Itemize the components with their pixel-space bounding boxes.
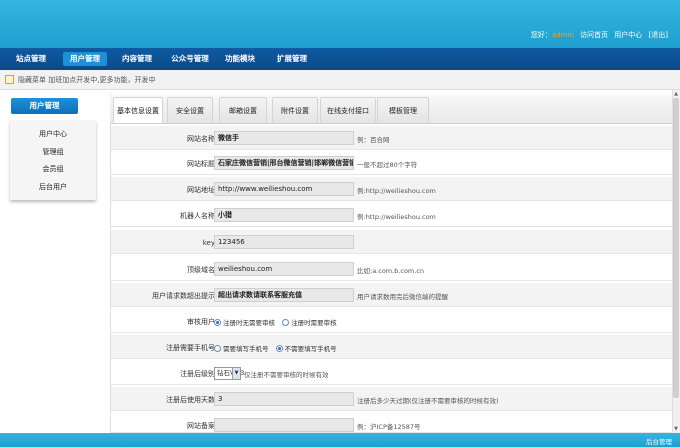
sidebar-menu: 用户中心 管理组 会员组 后台用户 xyxy=(10,120,96,200)
nav-site-management[interactable]: 站点管理 xyxy=(14,52,48,66)
row-key: key： 123456 xyxy=(111,230,672,254)
nav-content-management[interactable]: 内容管理 xyxy=(118,52,156,66)
sidebar-item-admin-groups[interactable]: 管理组 xyxy=(10,147,96,157)
nav-official-account-management[interactable]: 公众号管理 xyxy=(168,52,212,66)
robot-name-input[interactable]: 小猎 xyxy=(214,208,354,222)
tab-attachments[interactable]: 附件设置 xyxy=(272,97,318,123)
key-input[interactable]: 123456 xyxy=(214,235,354,249)
level-select[interactable]: 钻石VIP3 ▼ xyxy=(214,367,245,380)
sidebar-title: 用户管理 xyxy=(11,98,78,114)
logout-link[interactable]: [退出] xyxy=(649,31,668,39)
scroll-up-arrow-icon[interactable]: ▲ xyxy=(673,91,679,97)
row-site-name: 网站名称： 微信手 例：百合网 xyxy=(111,126,672,150)
over-limit-input[interactable]: 超出请求数请联系客服充值 xyxy=(214,288,354,302)
user-center-link[interactable]: 用户中心 xyxy=(614,31,642,39)
main-nav: 站点管理 用户管理 内容管理 公众号管理 功能模块 扩展管理 xyxy=(0,48,680,70)
username: admin xyxy=(551,31,574,39)
review-no-label: 注册时无需要审核 xyxy=(223,319,275,327)
level-selected-value: 钻石VIP3 xyxy=(217,369,245,377)
footer-text: 后台管理 xyxy=(646,438,672,446)
top-header: 您好：admin 访问首页 用户中心 [退出] xyxy=(0,0,680,48)
nav-extension-management[interactable]: 扩展管理 xyxy=(274,52,310,66)
icp-hint: 例：沪ICP备12587号 xyxy=(357,423,421,431)
nav-user-management[interactable]: 用户管理 xyxy=(63,52,107,66)
phone-not-required-radio[interactable] xyxy=(275,345,283,352)
top-domain-input[interactable]: weilieshou.com xyxy=(214,262,354,276)
days-input[interactable]: 3 xyxy=(214,392,354,406)
row-over-limit: 用户请求数超出提示： 超出请求数请联系客服充值 用户请求数用完后微信端的提醒 xyxy=(111,283,672,307)
top-domain-hint: 比如:a.com,b.com.cn xyxy=(357,267,425,275)
notice-bar: 隐藏菜单 加班加点开发中,更多功能，开发中 xyxy=(0,70,680,90)
phone-required-label: 需要填写手机号 xyxy=(223,345,269,353)
days-hint: 注册后多少天过期(仅注册不需要审核的时候有效) xyxy=(357,397,499,405)
review-users-radio-group: 注册时无需要审核 注册时需要审核 xyxy=(214,317,342,327)
row-review-users: 审核用户： 注册时无需要审核 注册时需要审核 xyxy=(111,309,672,333)
row-days: 注册后使用天数： 3 注册后多少天过期(仅注册不需要审核的时候有效) xyxy=(111,387,672,411)
scroll-down-arrow-icon[interactable]: ▼ xyxy=(673,426,679,432)
review-yes-radio[interactable] xyxy=(282,319,290,326)
site-title-input[interactable]: 石家庄微信营销|邢台微信营销|邯郸微信营销 xyxy=(214,156,354,170)
greeting-text: 您好： xyxy=(530,31,552,39)
icp-input[interactable] xyxy=(214,418,354,432)
top-user-links: 您好：admin 访问首页 用户中心 [退出] xyxy=(527,30,668,40)
site-url-input[interactable]: http://www.weilieshou.com xyxy=(214,182,354,196)
over-limit-hint: 用户请求数用完后微信端的提醒 xyxy=(357,293,448,301)
sidebar-item-user-center[interactable]: 用户中心 xyxy=(10,129,96,139)
level-hint: 仅注册不需要审核的时候有效 xyxy=(244,371,329,379)
row-top-domain: 顶级域名： weilieshou.com 比如:a.com,b.com.cn xyxy=(111,257,672,281)
tab-security[interactable]: 安全设置 xyxy=(167,97,213,123)
site-title-hint: 一般不超过80个字符 xyxy=(357,161,418,169)
site-url-hint: 例:http://weilieshou.com xyxy=(357,187,436,195)
hide-menu-icon[interactable] xyxy=(5,75,14,84)
footer-bar: 后台管理 xyxy=(0,433,680,447)
tab-template-management[interactable]: 模板管理 xyxy=(377,97,429,123)
scrollbar-thumb[interactable] xyxy=(673,98,679,398)
row-icp: 网站备案： 例：沪ICP备12587号 xyxy=(111,413,672,433)
robot-name-hint: 例:http://weilieshou.com xyxy=(357,213,436,221)
site-name-hint: 例：百合网 xyxy=(357,136,390,144)
site-name-input[interactable]: 微信手 xyxy=(214,131,354,145)
require-phone-radio-group: 需要填写手机号 不需要填写手机号 xyxy=(214,343,342,353)
row-robot-name: 机器人名称： 小猎 例:http://weilieshou.com xyxy=(111,203,672,227)
visit-home-link[interactable]: 访问首页 xyxy=(580,31,608,39)
sidebar-item-member-groups[interactable]: 会员组 xyxy=(10,164,96,174)
sidebar-item-backend-users[interactable]: 后台用户 xyxy=(10,182,96,192)
review-yes-label: 注册时需要审核 xyxy=(291,319,337,327)
tab-email[interactable]: 邮箱设置 xyxy=(219,97,267,123)
notice-text: 隐藏菜单 加班加点开发中,更多功能，开发中 xyxy=(18,76,156,84)
row-site-url: 网站地址： http://www.weilieshou.com 例:http:/… xyxy=(111,177,672,201)
chevron-down-icon: ▼ xyxy=(232,368,240,379)
phone-not-required-label: 不需要填写手机号 xyxy=(284,345,337,353)
row-require-phone: 注册需要手机号： 需要填写手机号 不需要填写手机号 xyxy=(111,335,672,359)
tab-basic-info[interactable]: 基本信息设置 xyxy=(113,97,163,123)
nav-function-modules[interactable]: 功能模块 xyxy=(222,52,258,66)
over-limit-label: 用户请求数超出提示： xyxy=(152,292,222,300)
review-no-radio[interactable] xyxy=(214,319,221,326)
row-level: 注册后级别： 钻石VIP3 ▼ 仅注册不需要审核的时候有效 xyxy=(111,361,672,385)
phone-required-radio[interactable] xyxy=(214,345,221,352)
tab-online-payment[interactable]: 在线支付接口 xyxy=(320,97,376,123)
row-site-title: 网站标题： 石家庄微信营销|邢台微信营销|邯郸微信营销 一般不超过80个字符 xyxy=(111,151,672,175)
